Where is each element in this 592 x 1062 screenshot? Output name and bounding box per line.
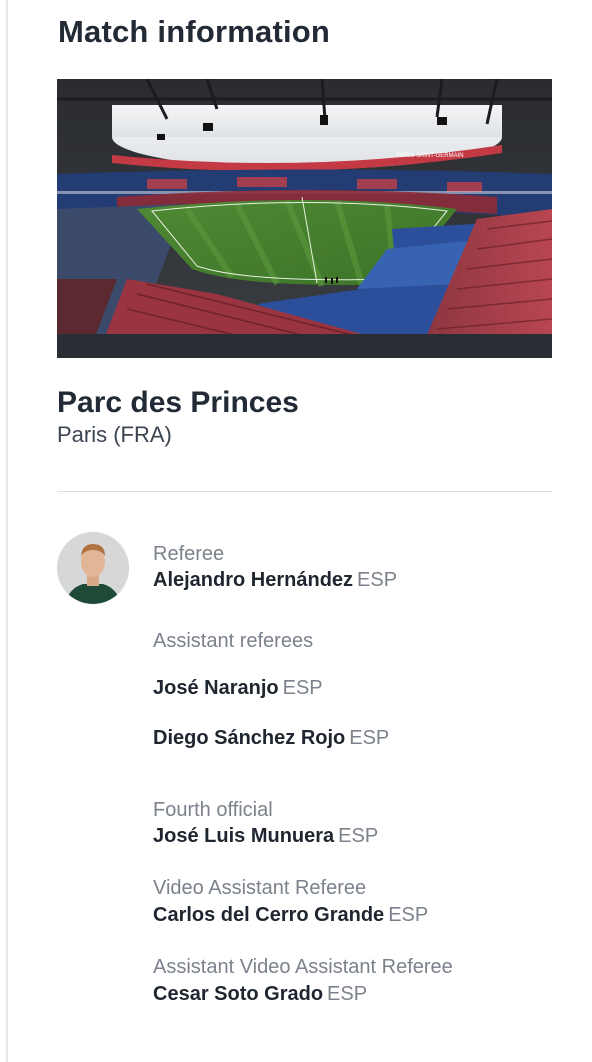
avar-label: Assistant Video Assistant Referee [153,956,453,978]
assistant-referee-name: Diego Sánchez Rojo [153,727,346,749]
assistant-referee-nationality: ESP [349,727,390,749]
assistant-referee-nationality: ESP [282,677,323,699]
stadium-illustration: PARIS SAINT-GERMAIN [57,79,552,358]
left-border [6,0,8,1062]
section-divider [57,491,552,492]
avar-name: Cesar Soto Grado [153,983,324,1005]
var-nationality: ESP [388,904,429,926]
assistant-referee-name: José Naranjo [153,677,279,699]
fourth-official-name: José Luis Munuera [153,825,335,847]
person-icon [57,532,129,604]
assistant-referee-row-2: Diego Sánchez Rojo ESP [153,727,389,750]
fourth-official-label: Fourth official [153,799,273,821]
referee-nationality: ESP [357,569,398,591]
var-row: Carlos del Cerro Grande ESP [153,904,428,927]
fourth-official-row: José Luis Munuera ESP [153,825,378,848]
var-name: Carlos del Cerro Grande [153,904,385,926]
assistant-referee-row-1: José Naranjo ESP [153,677,323,700]
assistant-referees-label: Assistant referees [153,630,314,652]
referee-name-row: Alejandro Hernández ESP [153,569,397,592]
referee-name: Alejandro Hernández [153,569,354,591]
var-label: Video Assistant Referee [153,877,367,899]
referee-label: Referee [153,543,225,565]
venue-city: Paris (FRA) [57,422,172,447]
page-title: Match information [58,14,331,49]
venue-name: Parc des Princes [57,386,299,419]
fourth-official-nationality: ESP [338,825,379,847]
stadium-sign-text: PARIS SAINT-GERMAIN [397,153,464,159]
avar-row: Cesar Soto Grado ESP [153,983,367,1006]
avar-nationality: ESP [327,983,368,1005]
stadium-photo: PARIS SAINT-GERMAIN [57,79,552,358]
referee-avatar [57,532,129,604]
